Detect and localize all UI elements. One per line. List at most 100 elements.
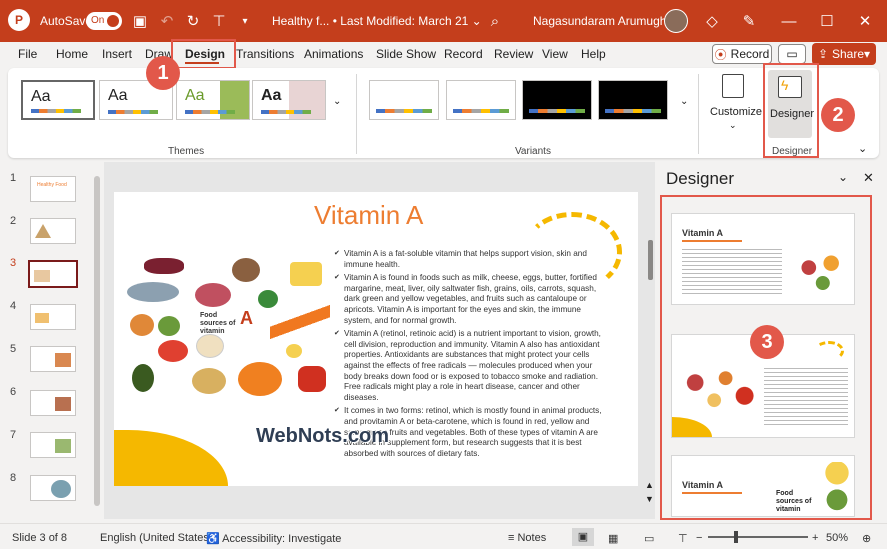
tab-slide-show[interactable]: Slide Show [376, 47, 436, 61]
share-button[interactable]: ⇪ Share ▾ [812, 43, 876, 65]
search-icon[interactable]: ⌕ [486, 11, 504, 31]
fish-image [127, 282, 179, 302]
bullet-item: Vitamin A is found in foods such as milk… [334, 273, 602, 326]
kiwi-image [158, 316, 180, 336]
apple-image [158, 340, 188, 362]
avatar[interactable] [664, 9, 688, 33]
ribbon-separator [356, 74, 357, 154]
tab-file[interactable]: File [18, 47, 37, 61]
collapse-ribbon-icon[interactable]: ⌄ [858, 142, 867, 155]
tab-review[interactable]: Review [494, 47, 533, 61]
accessibility-status[interactable]: ♿ Accessibility: Investigate [206, 532, 341, 545]
customize-qat-icon[interactable]: ▾ [238, 11, 252, 31]
designer-pane-title: Designer [666, 169, 735, 188]
milk-image [196, 334, 224, 358]
variant-2[interactable] [446, 80, 516, 120]
minimize-icon[interactable]: — [780, 11, 798, 31]
theme-facet[interactable]: Aa [176, 80, 250, 120]
slide-sorter-icon[interactable]: ▦ [608, 532, 618, 545]
comment-icon: ▭ [786, 47, 798, 61]
designer-scrollbar[interactable] [648, 240, 653, 280]
zoom-slider[interactable] [708, 536, 808, 538]
bullet-item: Vitamin A (retinol, retinoic acid) is a … [334, 329, 602, 403]
designer-group-label: Designer [772, 146, 813, 157]
potato-image [192, 368, 226, 394]
comments-button[interactable]: ▭ [778, 44, 806, 64]
maximize-icon[interactable]: ☐ [818, 11, 836, 31]
share-icon: ⇪ [817, 47, 828, 61]
apricot-image [130, 314, 154, 336]
slide-count: Slide 3 of 8 [12, 532, 68, 544]
variant-3[interactable] [522, 80, 592, 120]
cheese-image [290, 262, 322, 286]
tab-home[interactable]: Home [56, 47, 88, 61]
variants-group-label: Variants [515, 146, 551, 157]
design-idea-1[interactable]: Vitamin A [671, 213, 855, 305]
scroll-up-icon[interactable]: ▲ [645, 480, 654, 490]
tab-insert[interactable]: Insert [102, 47, 132, 61]
scroll-down-icon[interactable]: ▼ [645, 494, 654, 504]
carrot-image [270, 302, 330, 342]
thumbnail-scrollbar[interactable] [94, 176, 100, 506]
slideshow-view-icon[interactable]: ⊤ [678, 532, 688, 545]
status-bar: Slide 3 of 8 English (United States) ♿ A… [0, 523, 887, 549]
callout-badge-2: 2 [821, 98, 855, 132]
document-title[interactable]: Healthy f... • Last Modified: March 21 ⌄ [272, 14, 482, 28]
pumpkin-image [238, 362, 282, 396]
callout-badge-1: 1 [146, 56, 180, 90]
themes-group-label: Themes [168, 146, 205, 157]
notes-icon: ≡ [508, 532, 515, 544]
close-icon[interactable]: ✕ [856, 11, 874, 31]
zoom-level[interactable]: 50% [826, 532, 848, 544]
tab-help[interactable]: Help [581, 47, 606, 61]
language-status[interactable]: English (United States) [100, 532, 213, 544]
customize-button[interactable]: Customize ⌄ [710, 74, 762, 136]
butter-image [286, 344, 302, 358]
design-tab-highlight [171, 39, 236, 69]
slide-title[interactable]: Vitamin A [314, 200, 423, 231]
normal-view-icon[interactable]: ▣ [572, 528, 594, 546]
chevron-down-icon: ⌄ [729, 120, 737, 130]
pen-icon[interactable]: ✎ [740, 11, 758, 31]
close-pane-icon[interactable]: ✕ [863, 170, 874, 186]
undo-icon[interactable]: ↶ [158, 11, 176, 31]
accessibility-icon: ♿ [206, 533, 220, 545]
ribbon-separator [698, 74, 699, 154]
autosave-label: AutoSave [40, 14, 93, 28]
redo-icon[interactable]: ↻ [184, 11, 202, 31]
variant-4[interactable] [598, 80, 668, 120]
watermark: WebNots.com [256, 425, 389, 447]
record-button[interactable]: ⦿ Record [712, 44, 772, 64]
tab-animations[interactable]: Animations [304, 47, 363, 61]
tab-view[interactable]: View [542, 47, 568, 61]
pepper-image [298, 366, 326, 392]
autosave-toggle[interactable]: On [86, 12, 122, 30]
bullet-item: Vitamin A is a fat-soluble vitamin that … [334, 249, 602, 270]
customize-icon [722, 74, 744, 98]
user-name: Nagasundaram Arumugham [533, 14, 684, 28]
powerpoint-logo-icon: P [8, 9, 30, 31]
fit-to-window-icon[interactable]: ⊕ [862, 532, 871, 545]
theme-integral[interactable]: Aa [252, 80, 326, 120]
food-sources-letter: A [240, 308, 253, 328]
reading-view-icon[interactable]: ▭ [644, 532, 654, 545]
designer-button-highlight [763, 63, 819, 158]
avocado-image [132, 364, 154, 392]
notes-button[interactable]: ≡ Notes [508, 532, 546, 544]
zoom-slider-thumb[interactable] [734, 531, 738, 543]
food-sources-label: Food sources of vitamin [200, 312, 236, 335]
theme-office[interactable]: Aa [21, 80, 95, 120]
variant-1[interactable] [369, 80, 439, 120]
tab-record[interactable]: Record [444, 47, 483, 61]
save-icon[interactable]: ▣ [131, 11, 149, 31]
themes-more-icon[interactable]: ⌄ [333, 96, 341, 107]
zoom-in-icon[interactable]: + [812, 532, 818, 544]
design-idea-3[interactable]: Vitamin A Food sources of vitamin [671, 455, 855, 517]
present-icon[interactable]: ⊤ [210, 11, 228, 31]
tab-transitions[interactable]: Transitions [236, 47, 294, 61]
variants-more-icon[interactable]: ⌄ [680, 96, 688, 107]
diamond-icon[interactable]: ◇ [703, 11, 721, 31]
pane-options-icon[interactable]: ⌄ [838, 170, 848, 184]
meat-image-2 [195, 283, 231, 307]
zoom-out-icon[interactable]: − [696, 532, 702, 544]
